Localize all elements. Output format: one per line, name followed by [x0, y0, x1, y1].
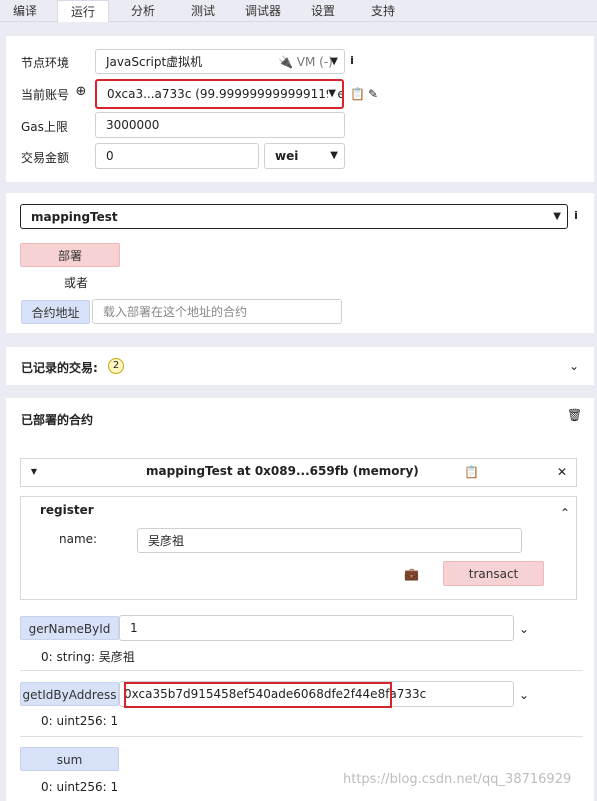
- value-label: 交易金额: [21, 151, 70, 165]
- env-label: 节点环境: [21, 56, 70, 70]
- address-highlight: [124, 682, 392, 708]
- tab-bar: 编译 运行 分析 测试 调试器 设置 支持: [0, 0, 597, 22]
- instance-title: mappingTest at 0x089...659fb (memory): [146, 464, 419, 478]
- recorded-count-badge: 2: [108, 358, 124, 374]
- unit-select[interactable]: wei ▼: [264, 143, 345, 169]
- divider: [20, 736, 583, 737]
- copy-icon[interactable]: 📋: [464, 464, 479, 480]
- gerNameById-output: 0: string: 吴彦祖: [41, 650, 135, 664]
- chevron-down-icon[interactable]: ⌄: [567, 358, 581, 374]
- at-address-input[interactable]: 载入部署在这个地址的合约: [92, 299, 342, 324]
- chevron-down-icon[interactable]: ⌄: [517, 621, 531, 637]
- account-label: 当前账号: [21, 88, 70, 102]
- tab-support[interactable]: 支持: [357, 0, 409, 22]
- chevron-up-icon[interactable]: ⌃: [558, 505, 572, 521]
- divider: [20, 670, 583, 671]
- chevron-down-icon: ▼: [328, 81, 336, 107]
- sum-button[interactable]: sum: [20, 747, 119, 771]
- tab-test[interactable]: 测试: [177, 0, 229, 22]
- name-param-label: name:: [59, 532, 98, 546]
- caret-down-icon[interactable]: ▼: [28, 464, 40, 480]
- tab-analysis[interactable]: 分析: [117, 0, 169, 22]
- gas-limit-input[interactable]: 3000000: [95, 112, 345, 138]
- trash-icon[interactable]: 🗑: [567, 407, 582, 423]
- value-input[interactable]: 0: [95, 143, 259, 169]
- chevron-down-icon: ▼: [330, 150, 338, 161]
- add-account-icon[interactable]: ⊕: [75, 84, 87, 100]
- info-icon[interactable]: i: [347, 53, 357, 69]
- tab-debugger[interactable]: 调试器: [237, 0, 289, 22]
- recorded-title: 已记录的交易:: [21, 361, 98, 375]
- vm-badge: 🔌 VM (-): [278, 55, 333, 69]
- deploy-button[interactable]: 部署: [20, 243, 120, 267]
- account-select[interactable]: 0xca3...a733c (99.999999999999119 et ▼: [95, 79, 344, 109]
- gas-label: Gas上限: [21, 120, 68, 134]
- contract-select[interactable]: mappingTest ▼: [20, 204, 568, 229]
- contract-name: mappingTest: [31, 210, 118, 224]
- tab-run[interactable]: 运行: [57, 0, 109, 22]
- getIdByAddress-output: 0: uint256: 1: [41, 714, 119, 728]
- tab-compile[interactable]: 编译: [0, 0, 50, 22]
- getIdByAddress-button[interactable]: getIdByAddress: [20, 682, 119, 706]
- chevron-down-icon[interactable]: ⌄: [517, 687, 531, 703]
- chevron-down-icon: ▼: [553, 211, 561, 222]
- or-text: 或者: [64, 276, 89, 290]
- at-address-button[interactable]: 合约地址: [21, 300, 90, 324]
- copy-icon[interactable]: 📋: [350, 86, 365, 102]
- chevron-down-icon: ▼: [330, 56, 338, 67]
- env-value: JavaScript虚拟机: [106, 55, 203, 69]
- watermark: https://blog.csdn.net/qq_38716929: [343, 772, 572, 787]
- register-title: register: [40, 503, 94, 517]
- unit-value: wei: [275, 149, 299, 163]
- tab-settings[interactable]: 设置: [297, 0, 349, 22]
- deployed-title: 已部署的合约: [21, 413, 94, 427]
- account-value: 0xca3...a733c (99.999999999999119 et: [107, 87, 344, 101]
- close-icon[interactable]: ✕: [556, 464, 568, 480]
- info-icon[interactable]: i: [571, 208, 581, 224]
- environment-select[interactable]: JavaScript虚拟机 🔌 VM (-) ▼: [95, 49, 345, 74]
- edit-icon[interactable]: ✎: [366, 86, 380, 102]
- transact-button[interactable]: transact: [443, 561, 544, 586]
- name-param-input[interactable]: 吴彦祖: [137, 528, 522, 553]
- briefcase-icon: 💼: [404, 567, 419, 581]
- sum-output: 0: uint256: 1: [41, 780, 119, 794]
- gerNameById-button[interactable]: gerNameById: [20, 616, 119, 640]
- gerNameById-input[interactable]: 1: [119, 615, 514, 641]
